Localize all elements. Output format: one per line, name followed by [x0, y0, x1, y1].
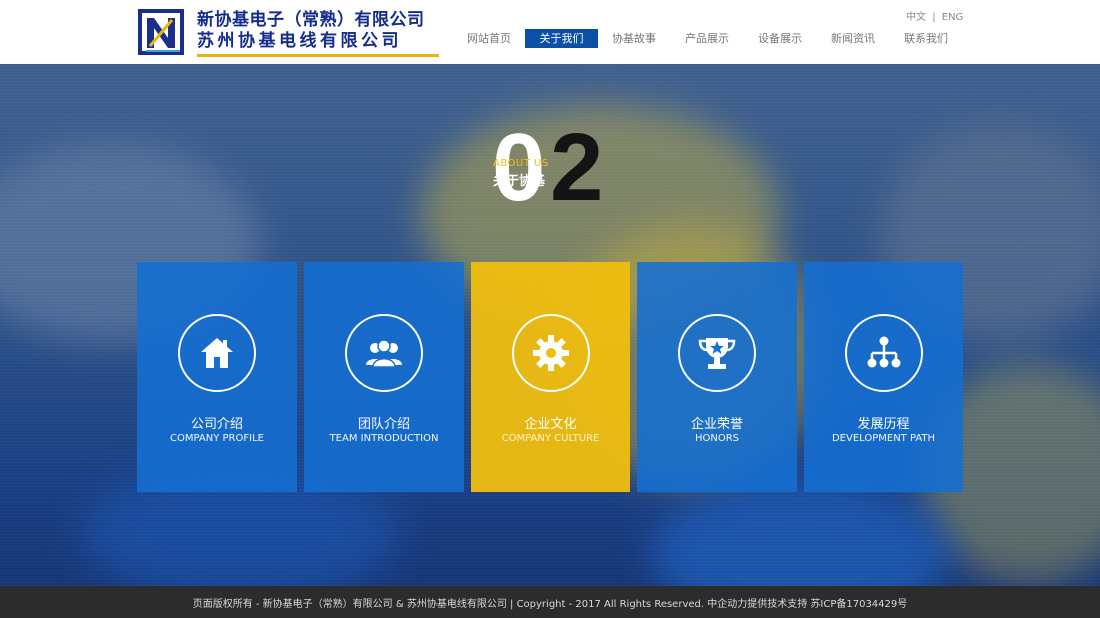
- nav-products[interactable]: 产品展示: [676, 29, 738, 48]
- nav-about[interactable]: 关于我们: [525, 29, 598, 48]
- tile-company-profile[interactable]: 公司介绍 COMPANY PROFILE: [137, 262, 297, 492]
- gear-icon: [532, 335, 569, 371]
- trophy-icon: [698, 338, 736, 369]
- lang-en-link[interactable]: ENG: [942, 12, 964, 23]
- nav-contact[interactable]: 联系我们: [895, 29, 957, 48]
- tile-title-en: TEAM INTRODUCTION: [329, 433, 439, 444]
- nav-story[interactable]: 协基故事: [603, 29, 665, 48]
- logo-n-icon: [138, 9, 184, 55]
- site-header: 新协基电子（常熟）有限公司 苏州协基电线有限公司 中文 | ENG 网站首页 关…: [0, 0, 1100, 64]
- lang-separator: |: [932, 12, 936, 23]
- nav-news[interactable]: 新闻资讯: [822, 29, 884, 48]
- tile-title-en: HONORS: [694, 433, 740, 444]
- section-label-cn: 关于协基: [493, 174, 546, 189]
- tile-icon-circle: [844, 314, 923, 392]
- company-name-block: 新协基电子（常熟）有限公司 苏州协基电线有限公司: [197, 10, 439, 57]
- lang-zh-link[interactable]: 中文: [906, 12, 926, 23]
- nav-equipment[interactable]: 设备展示: [749, 29, 811, 48]
- tile-honors[interactable]: 企业荣誉 HONORS: [637, 262, 797, 492]
- tile-company-culture[interactable]: 企业文化 COMPANY CULTURE: [471, 262, 630, 492]
- company-name-line2: 苏州协基电线有限公司: [197, 31, 402, 51]
- section-label-en: ABOUT US: [493, 158, 549, 169]
- tile-title-cn: 团队介绍: [357, 417, 410, 432]
- org-chart-icon: [867, 336, 900, 368]
- tile-icon-circle: [178, 314, 256, 392]
- company-name-line1: 新协基电子（常熟）有限公司: [197, 10, 425, 30]
- tile-title-cn: 发展历程: [857, 417, 910, 432]
- footer-copyright: 页面版权所有 - 新协基电子（常熟）有限公司 & 苏州协基电线有限公司 | Co…: [192, 599, 908, 610]
- logo-underline: [197, 54, 439, 57]
- section-digit-two: 2: [550, 114, 604, 221]
- tile-title-cn: 公司介绍: [190, 417, 243, 432]
- tile-title-cn: 企业文化: [524, 417, 577, 432]
- tile-icon-circle: [345, 314, 423, 392]
- tile-icon-circle: [511, 314, 590, 392]
- house-icon: [201, 338, 233, 368]
- tile-development-path[interactable]: 发展历程 DEVELOPMENT PATH: [804, 262, 963, 492]
- company-logo[interactable]: [137, 8, 185, 56]
- tile-icon-circle: [678, 314, 756, 392]
- tile-title-en: COMPANY PROFILE: [170, 433, 264, 444]
- nav-home[interactable]: 网站首页: [458, 29, 520, 48]
- tile-title-cn: 企业荣誉: [690, 417, 743, 432]
- language-switch: 中文 | ENG: [906, 8, 963, 23]
- site-footer: 页面版权所有 - 新协基电子（常熟）有限公司 & 苏州协基电线有限公司 | Co…: [0, 586, 1100, 618]
- team-icon: [366, 339, 402, 368]
- tile-title-en: COMPANY CULTURE: [501, 433, 600, 444]
- tile-title-en: DEVELOPMENT PATH: [831, 433, 936, 444]
- section-number: 0 2 ABOUT US 关于协基: [492, 118, 612, 218]
- tile-team-introduction[interactable]: 团队介绍 TEAM INTRODUCTION: [304, 262, 464, 492]
